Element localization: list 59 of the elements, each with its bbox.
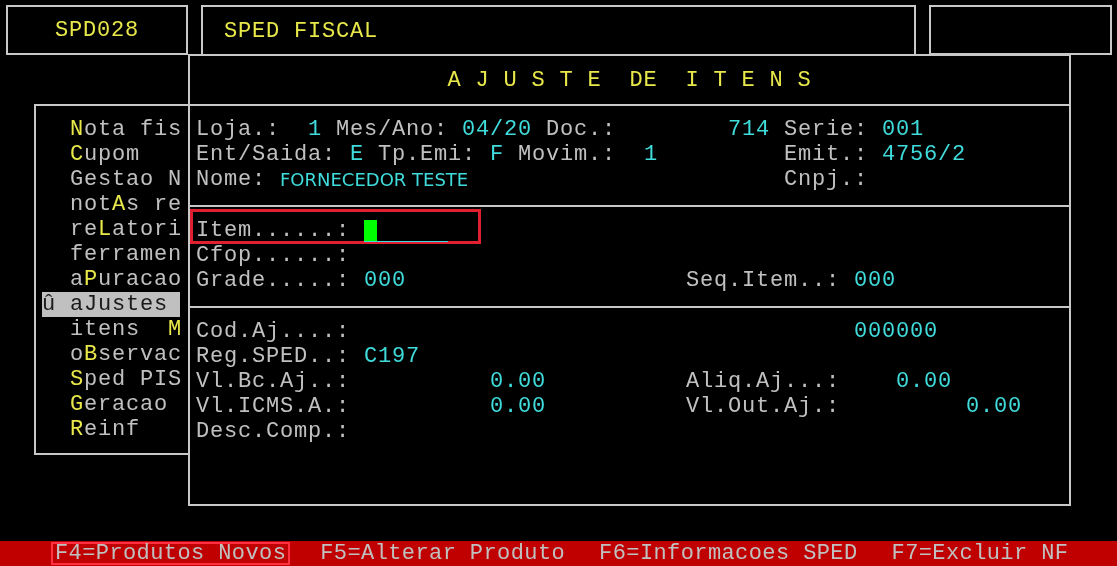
- menu-item[interactable]: oBservac: [42, 342, 180, 367]
- function-key[interactable]: F6=Informacoes SPED: [595, 542, 862, 565]
- field-value: C197: [364, 344, 420, 369]
- field-label: Nome:: [196, 167, 266, 192]
- field-value: 0.00: [966, 394, 1022, 419]
- field-value: 1: [644, 142, 658, 167]
- menu-item[interactable]: Nota fis: [42, 117, 180, 142]
- field-value: 714: [728, 117, 770, 142]
- menu-item[interactable]: Geracao: [42, 392, 180, 417]
- field-value: 4756/2: [882, 142, 966, 167]
- field-label: Cod.Aj....:: [196, 319, 351, 344]
- dialog-title: A J U S T E DE I T E N S: [447, 67, 812, 93]
- field-label: Vl.Bc.Aj..:: [196, 369, 351, 394]
- field-label: Doc.:: [546, 117, 616, 142]
- field-label: Mes/Ano:: [336, 117, 449, 142]
- field-value: 000: [364, 268, 406, 293]
- menu-item[interactable]: Gestao N: [42, 167, 180, 192]
- field-value: 1: [308, 117, 322, 142]
- field-label: Vl.ICMS.A.:: [196, 394, 351, 419]
- field-label: Desc.Comp.:: [196, 419, 351, 444]
- field-label: Movim.:: [518, 142, 616, 167]
- field-label: Seq.Item..:: [686, 268, 841, 293]
- function-key[interactable]: F7=Excluir NF: [887, 542, 1073, 565]
- field-label: Vl.Out.Aj.:: [686, 394, 841, 419]
- field-label: Aliq.Aj...:: [686, 369, 841, 394]
- screen-title: SPED FISCAL: [224, 18, 379, 44]
- menu-item[interactable]: aPuracao: [42, 267, 180, 292]
- function-key[interactable]: F4=Produtos Novos: [51, 542, 291, 565]
- field-label: Tp.Emi:: [378, 142, 476, 167]
- menu-item[interactable]: Sped PIS: [42, 367, 180, 392]
- field-value: 0.00: [490, 369, 546, 394]
- field-value: 000000: [854, 319, 938, 344]
- field-label: Loja.:: [196, 117, 280, 142]
- menu-item[interactable]: notAs re: [42, 192, 180, 217]
- field-label: Cnpj.:: [784, 167, 868, 192]
- menu-item[interactable]: Cupom: [42, 142, 180, 167]
- field-value: E: [350, 142, 364, 167]
- field-value: 000: [854, 268, 896, 293]
- field-label: Grade.....:: [196, 268, 351, 293]
- menu-item[interactable]: ferramen: [42, 242, 180, 267]
- menu-item[interactable]: Reinf: [42, 417, 180, 442]
- function-key[interactable]: F5=Alterar Produto: [316, 542, 570, 565]
- field-label: Cfop......:: [196, 243, 351, 268]
- field-value: 04/20: [462, 117, 532, 142]
- field-label: Serie:: [784, 117, 868, 142]
- field-value: F: [490, 142, 504, 167]
- field-label: Reg.SPED..:: [196, 344, 351, 369]
- field-value: FORNECEDOR TESTE: [280, 168, 469, 192]
- field-label: Item......:: [196, 218, 351, 243]
- field-value: 0.00: [896, 369, 952, 394]
- field-label: Emit.:: [784, 142, 868, 167]
- menu-item[interactable]: reLatori: [42, 217, 180, 242]
- program-code: SPD028: [55, 17, 139, 43]
- field-label: Ent/Saida:: [196, 142, 337, 167]
- field-value: 001: [882, 117, 924, 142]
- menu-item[interactable]: itens M: [42, 317, 180, 342]
- input-field[interactable]: [364, 219, 448, 242]
- field-value: 0.00: [490, 394, 546, 419]
- menu-item[interactable]: û aJ ustes: [42, 292, 180, 317]
